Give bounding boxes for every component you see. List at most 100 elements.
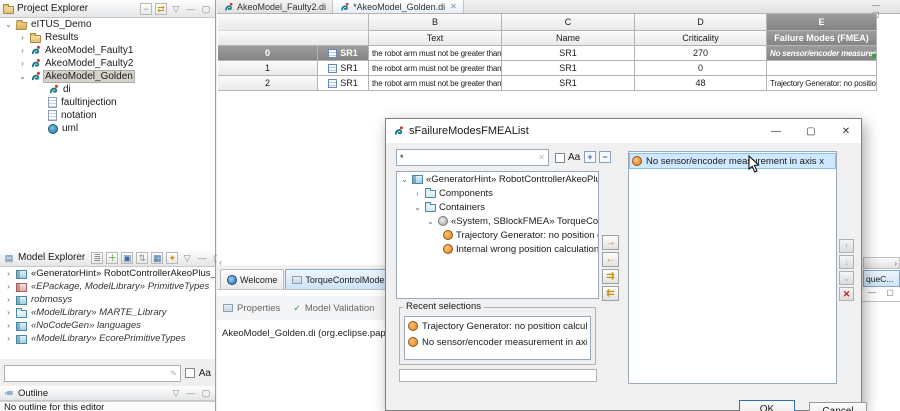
- view-menu-icon[interactable]: ▽: [181, 252, 193, 264]
- chevron-down-icon[interactable]: ⌄: [4, 20, 13, 29]
- move-down-button[interactable]: ↓: [839, 255, 854, 269]
- chevron-right-icon[interactable]: ›: [4, 282, 13, 291]
- maximize-view-icon[interactable]: ▢: [200, 3, 212, 15]
- tree-item-di[interactable]: di: [0, 83, 215, 96]
- case-sensitive-checkbox[interactable]: [185, 368, 195, 378]
- delete-button[interactable]: ✕: [839, 287, 854, 301]
- model-item-marte[interactable]: › «ModelLibrary» MARTE_Library: [0, 306, 215, 319]
- minimize-view-icon[interactable]: —: [185, 3, 197, 15]
- model-item-robmosys[interactable]: › robmosys: [0, 293, 215, 306]
- row-0-tag-cell[interactable]: SR1: [318, 46, 369, 61]
- row-1-text-cell[interactable]: the robot arm must not be greater than 0…: [369, 61, 502, 76]
- editor-tab-golden-active[interactable]: *AkeoModel_Golden.di ✕: [333, 0, 464, 13]
- row-0-name-cell[interactable]: SR1: [502, 46, 635, 61]
- dialog-tree-components[interactable]: › Components: [397, 186, 598, 200]
- row-1-fmea-cell[interactable]: [767, 61, 877, 76]
- row-2-name-cell[interactable]: SR1: [502, 76, 635, 91]
- row-1-name-cell[interactable]: SR1: [502, 61, 635, 76]
- collapse-all-icon[interactable]: −: [599, 151, 611, 163]
- ok-button[interactable]: OK: [739, 400, 795, 411]
- minimize-view-icon[interactable]: —: [185, 387, 197, 399]
- clear-filter-icon[interactable]: ✕: [538, 153, 548, 162]
- column-name-fmea-selected[interactable]: Failure Modes (FMEA): [767, 31, 877, 46]
- tree-item-uml[interactable]: uml: [0, 122, 215, 135]
- maximize-view-icon[interactable]: ▢: [200, 387, 212, 399]
- row-0-criticality-cell[interactable]: 270: [635, 46, 767, 61]
- collapse-all-icon[interactable]: −: [140, 3, 152, 15]
- model-explorer-filter-input[interactable]: ✎: [4, 365, 181, 382]
- dialog-tree-failure-mode-2[interactable]: Internal wrong position calculation (stu…: [397, 242, 598, 256]
- model-item-generatorhint[interactable]: › «GeneratorHint» RobotControllerAkeoPlu…: [0, 267, 215, 280]
- chevron-right-icon[interactable]: ›: [4, 308, 13, 317]
- recent-item-2[interactable]: No sensor/encoder measurement in axis x: [406, 335, 589, 349]
- row-header-1[interactable]: 1: [218, 61, 318, 76]
- tree-item-results[interactable]: › Results: [0, 31, 215, 44]
- chevron-down-icon[interactable]: ⌄: [413, 203, 422, 212]
- page-tab-fragment[interactable]: queC... ✕: [863, 270, 900, 287]
- model-item-primitivetypes[interactable]: › «EPackage, ModelLibrary» PrimitiveType…: [0, 280, 215, 293]
- add-icon[interactable]: ＋: [106, 252, 118, 264]
- row-0-text-cell[interactable]: the robot arm must not be greater than 0…: [369, 46, 502, 61]
- chevron-right-icon[interactable]: ›: [18, 46, 27, 55]
- recent-item-1[interactable]: Trajectory Generator: no position calcul…: [406, 319, 589, 333]
- link-icon[interactable]: ⇅: [136, 252, 148, 264]
- column-name-criticality[interactable]: Criticality: [635, 31, 767, 46]
- row-0-fmea-cell-selected[interactable]: No sensor/encoder measurement in ..: [767, 46, 877, 61]
- dialog-tree-failure-mode-1[interactable]: Trajectory Generator: no position calcul…: [397, 228, 598, 242]
- column-name-text[interactable]: Text: [369, 31, 502, 46]
- move-up-button[interactable]: ↑: [839, 239, 854, 253]
- filters-icon[interactable]: ✦: [166, 252, 178, 264]
- column-name-name[interactable]: Name: [502, 31, 635, 46]
- chevron-down-icon[interactable]: ⌄: [400, 175, 409, 184]
- view-tab-properties[interactable]: Properties: [223, 303, 280, 314]
- chevron-right-icon[interactable]: ›: [4, 334, 13, 343]
- model-item-ecoreprimitivetypes[interactable]: › «ModelLibrary» EcorePrimitiveTypes: [0, 332, 215, 345]
- add-all-button[interactable]: ⇉: [602, 269, 619, 284]
- remove-all-button[interactable]: ⇇: [602, 286, 619, 301]
- chevron-right-icon[interactable]: ›: [4, 269, 13, 278]
- row-1-criticality-cell[interactable]: 0: [635, 61, 767, 76]
- load-resource-icon[interactable]: ▣: [121, 252, 133, 264]
- dialog-tree-torquecontrolmode[interactable]: ⌄ «System, SBlockFMEA» TorqueControlMode: [397, 214, 598, 228]
- tree-item-faulty1[interactable]: › AkeoModel_Faulty1: [0, 44, 215, 57]
- dialog-title-bar[interactable]: sFailureModesFMEAList — ▢ ✕: [386, 119, 861, 143]
- dialog-bottom-field[interactable]: [399, 369, 597, 382]
- column-header-D[interactable]: D: [635, 14, 767, 31]
- dialog-tree-root[interactable]: ⌄ «GeneratorHint» RobotControllerAkeoPlu…: [397, 172, 598, 186]
- remove-button[interactable]: ←: [602, 252, 619, 267]
- row-2-tag-cell[interactable]: SR1: [318, 76, 369, 91]
- chevron-right-icon[interactable]: ›: [4, 321, 13, 330]
- row-1-tag-cell[interactable]: SR1: [318, 61, 369, 76]
- column-header-B[interactable]: B: [369, 14, 502, 31]
- chevron-down-icon[interactable]: ⌄: [426, 217, 435, 226]
- chevron-right-icon[interactable]: ›: [18, 33, 27, 42]
- sort-icon[interactable]: ≣: [91, 252, 103, 264]
- row-2-text-cell[interactable]: the robot arm must not be greater than 0…: [369, 76, 502, 91]
- expand-all-icon[interactable]: +: [584, 151, 596, 163]
- editor-tab-faulty2[interactable]: AkeoModel_Faulty2.di: [217, 0, 333, 13]
- tree-item-notation[interactable]: notation: [0, 109, 215, 122]
- tree-item-project[interactable]: ⌄ eITUS_Demo: [0, 18, 215, 31]
- add-button[interactable]: →: [602, 235, 619, 250]
- tree-item-faultinjection[interactable]: faultinjection: [0, 96, 215, 109]
- view-tab-model-validation[interactable]: ✓ Model Validation: [293, 302, 374, 314]
- chevron-right-icon[interactable]: ›: [18, 59, 27, 68]
- column-header-E-selected[interactable]: E: [767, 14, 877, 31]
- dialog-minimize-icon[interactable]: —: [761, 119, 791, 143]
- cancel-button[interactable]: Cancel: [809, 402, 867, 411]
- dialog-case-checkbox[interactable]: [555, 153, 565, 163]
- row-header-0-selected[interactable]: 0: [218, 46, 318, 61]
- dialog-maximize-icon[interactable]: ▢: [796, 119, 826, 143]
- row-2-fmea-cell[interactable]: Trajectory Generator: no position calcul…: [767, 76, 877, 91]
- minimize-view-icon[interactable]: —: [196, 252, 208, 264]
- column-header-C[interactable]: C: [502, 14, 635, 31]
- chevron-down-icon[interactable]: ⌄: [18, 72, 27, 81]
- chevron-right-icon[interactable]: ›: [413, 189, 422, 198]
- page-tab-torquecontrolmode[interactable]: TorqueControlMode: [285, 269, 391, 289]
- tree-item-golden[interactable]: ⌄ AkeoModel_Golden: [0, 70, 215, 83]
- view-menu-icon[interactable]: ▽: [170, 387, 182, 399]
- dialog-close-icon[interactable]: ✕: [831, 119, 861, 143]
- edit-button[interactable]: ⌄: [839, 271, 854, 285]
- view-menu-icon[interactable]: ▽: [170, 3, 182, 15]
- page-tab-welcome[interactable]: Welcome: [220, 269, 284, 289]
